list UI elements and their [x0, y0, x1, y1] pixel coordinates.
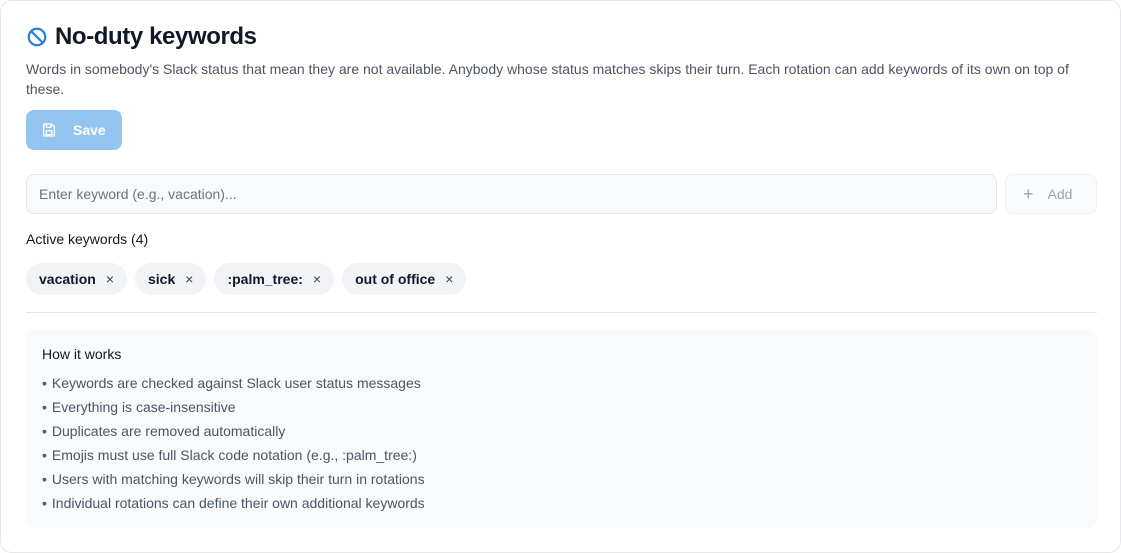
keyword-tag: vacation × — [26, 263, 127, 295]
bullet: • — [42, 495, 47, 511]
add-keyword-button[interactable]: + Add — [1005, 174, 1097, 214]
page-description: Words in somebody's Slack status that me… — [26, 61, 1069, 97]
bullet: • — [42, 375, 47, 391]
list-item: • Individual rotations can define their o… — [42, 491, 1081, 515]
floppy-disk-icon — [43, 123, 55, 137]
list-item-text: Everything is case-insensitive — [51, 399, 236, 415]
list-item-text: Users with matching keywords will skip t… — [51, 471, 425, 487]
remove-keyword-icon[interactable]: × — [445, 271, 453, 287]
keyword-tag: sick × — [135, 263, 207, 295]
list-item: • Keywords are checked against Slack user… — [42, 371, 1081, 395]
list-item-text: Emojis must use full Slack code notation… — [51, 447, 417, 463]
remove-keyword-icon[interactable]: × — [185, 271, 193, 287]
list-item: • Duplicates are removed automatically — [42, 419, 1081, 443]
keyword-tag-label: vacation — [39, 271, 96, 287]
plus-icon: + — [1023, 184, 1034, 204]
bullet: • — [42, 399, 47, 415]
active-keywords-label: Active keywords (4) — [26, 231, 149, 247]
remove-keyword-icon[interactable]: × — [106, 271, 114, 287]
keywords-card: No-duty keywords Words in somebody's Sla… — [0, 0, 1121, 553]
page-title: No-duty keywords — [55, 23, 257, 50]
keyword-tag: :palm_tree: × — [214, 263, 335, 295]
keyword-input[interactable] — [26, 174, 997, 214]
keyword-tag-label: out of office — [355, 271, 436, 287]
remove-keyword-icon[interactable]: × — [313, 271, 321, 287]
keyword-tag-label: sick — [148, 271, 176, 287]
list-item: • Everything is case-insensitive — [42, 395, 1081, 419]
bullet: • — [42, 423, 47, 439]
list-item-text: Individual rotations can define their ow… — [51, 495, 425, 511]
list-item: • Emojis must use full Slack code notatio… — [42, 443, 1081, 467]
keyword-tag-label: :palm_tree: — [227, 271, 303, 287]
how-it-works-panel: How it works • Keywords are checked again… — [26, 329, 1097, 528]
save-button[interactable]: Save — [26, 110, 122, 150]
list-item-text: Keywords are checked against Slack user … — [51, 375, 421, 391]
save-button-label: Save — [73, 122, 106, 138]
list-item: • Users with matching keywords will skip … — [42, 467, 1081, 491]
add-button-label: Add — [1047, 186, 1073, 202]
bullet: • — [42, 471, 47, 487]
how-it-works-title: How it works — [42, 346, 122, 362]
how-it-works-list: • Keywords are checked against Slack user… — [42, 371, 1081, 515]
divider — [26, 312, 1097, 313]
bullet: • — [42, 447, 47, 463]
keyword-tag: out of office × — [342, 263, 467, 295]
card-header: No-duty keywords — [26, 23, 257, 51]
keyword-tag-list: vacation × sick × :palm_tree: × out of o… — [26, 263, 467, 295]
ban-icon — [27, 27, 47, 47]
list-item-text: Duplicates are removed automatically — [51, 423, 286, 439]
